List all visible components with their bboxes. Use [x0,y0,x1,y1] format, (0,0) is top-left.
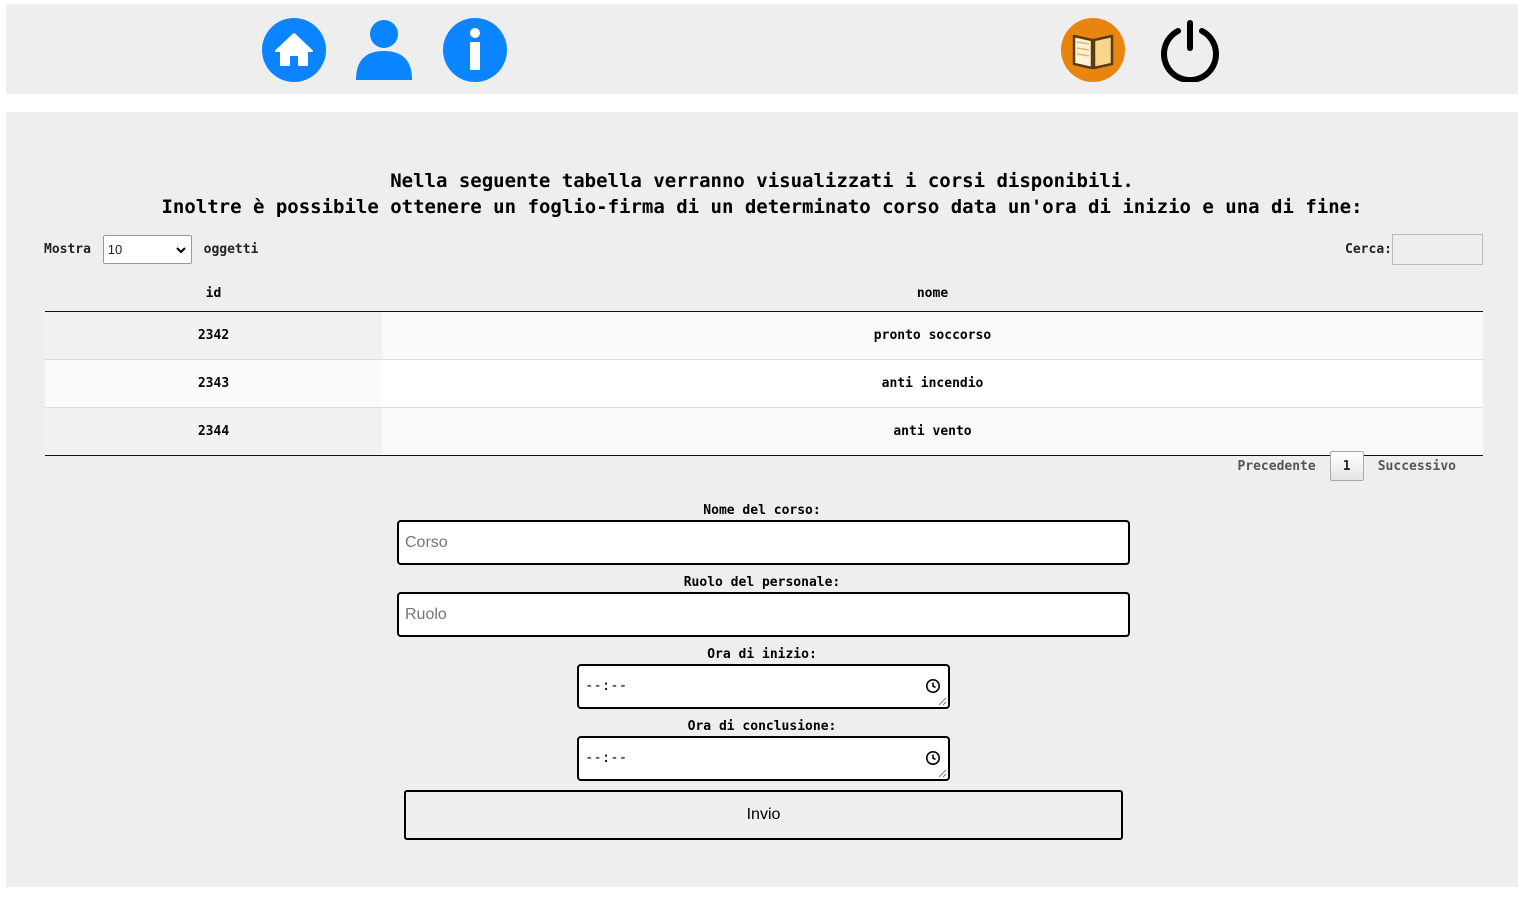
top-navbar [6,4,1518,94]
main-panel: Nella seguente tabella verranno visualiz… [6,112,1518,887]
cell-id: 2342 [45,311,382,360]
resize-grip-icon[interactable] [938,697,947,706]
previous-page-button[interactable]: Precedente [1223,459,1329,474]
chevron-down-icon [176,247,186,254]
role-label: Ruolo del personale: [683,575,841,590]
home-icon[interactable] [262,18,326,82]
resize-grip-icon[interactable] [938,769,947,778]
column-header-nome[interactable]: nome [382,275,1483,312]
next-page-button[interactable]: Successivo [1364,459,1470,474]
cell-nome: anti incendio [382,359,1483,408]
show-label: Mostra [44,242,91,257]
start-time-label: Ora di inizio: [707,647,817,662]
search-control: Cerca: [1345,234,1483,265]
entries-per-page-select[interactable]: 10 [102,235,192,264]
courses-table: id nome 2342 pronto soccorso 2343 anti i… [45,275,1483,456]
role-input[interactable]: Ruolo [397,592,1130,637]
intro-line-1: Nella seguente tabella verranno visualiz… [390,170,1134,192]
entries-per-page-value: 10 [107,242,123,257]
book-icon[interactable] [1061,18,1125,82]
end-time-label: Ora di conclusione: [687,719,837,734]
power-icon[interactable] [1158,18,1222,82]
clock-icon[interactable] [925,678,941,694]
clock-icon[interactable] [925,750,941,766]
course-placeholder: Corso [405,534,448,551]
start-time-input[interactable]: --:-- [577,664,950,709]
role-placeholder: Ruolo [405,606,447,623]
search-label: Cerca: [1345,242,1392,257]
search-input[interactable] [1392,234,1483,265]
end-time-value: --:-- [585,750,628,766]
cell-id: 2343 [45,359,382,408]
start-time-value: --:-- [585,678,628,694]
submit-button[interactable]: Invio [404,790,1123,840]
length-control: Mostra 10 oggetti [44,235,258,264]
cell-nome: pronto soccorso [382,311,1483,360]
intro-text: Nella seguente tabella verranno visualiz… [6,168,1518,220]
cell-nome: anti vento [382,407,1483,456]
course-input[interactable]: Corso [397,520,1130,565]
cell-id: 2344 [45,407,382,456]
column-header-id[interactable]: id [45,275,382,312]
course-label: Nome del corso: [703,503,821,518]
table-row: 2344 anti vento [45,407,1483,456]
current-page-button[interactable]: 1 [1329,451,1364,481]
end-time-input[interactable]: --:-- [577,736,950,781]
table-row: 2343 anti incendio [45,359,1483,408]
table-row: 2342 pronto soccorso [45,311,1483,360]
intro-line-2: Inoltre è possibile ottenere un foglio-f… [161,196,1363,218]
table-header-row: id nome [45,275,1483,312]
info-icon[interactable] [443,18,507,82]
pagination: Precedente 1 Successivo [1223,451,1470,481]
user-icon[interactable] [352,18,416,82]
show-suffix: oggetti [203,242,259,257]
